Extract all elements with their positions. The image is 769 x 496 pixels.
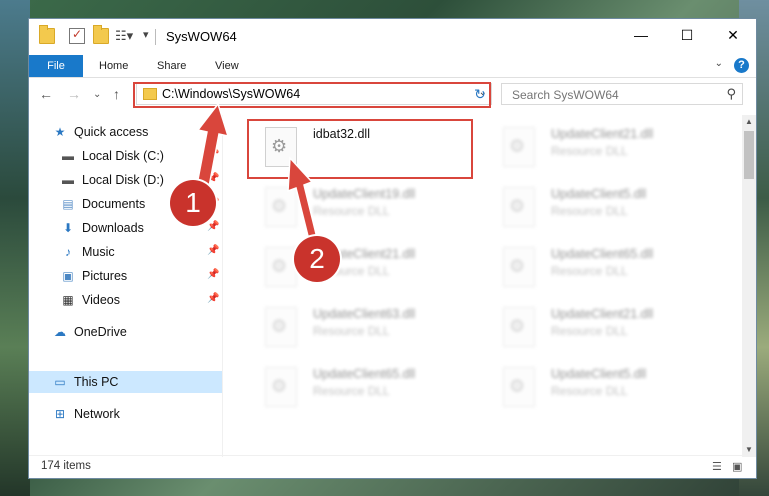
annotation-arrows — [195, 102, 319, 245]
arrow-2 — [287, 156, 319, 245]
step-2-badge: 2 — [294, 236, 340, 282]
step-1-badge: 1 — [170, 180, 216, 226]
arrow-1 — [195, 102, 230, 193]
